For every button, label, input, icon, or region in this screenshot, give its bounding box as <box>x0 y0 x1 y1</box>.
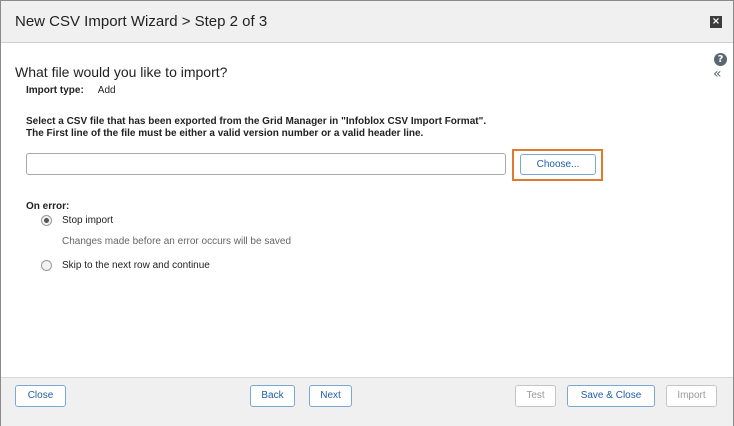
file-description: Select a CSV file that has been exported… <box>26 116 486 140</box>
double-chevron-left-icon[interactable]: « <box>713 67 722 81</box>
test-button[interactable]: Test <box>515 385 556 407</box>
import-type-value: Add <box>97 85 116 96</box>
close-button[interactable]: Close <box>15 385 66 407</box>
stop-import-label[interactable]: Stop import <box>62 215 113 226</box>
file-path-input[interactable] <box>26 153 506 175</box>
import-wizard-dialog: New CSV Import Wizard > Step 2 of 3 × ? … <box>0 0 734 426</box>
on-error-label: On error: <box>26 201 70 212</box>
page-heading: What file would you like to import? <box>15 64 228 80</box>
description-line-2: The First line of the file must be eithe… <box>26 128 424 139</box>
title-bar: New CSV Import Wizard > Step 2 of 3 × <box>1 1 733 43</box>
dialog-title: New CSV Import Wizard > Step 2 of 3 <box>15 13 268 30</box>
skip-row-radio[interactable] <box>41 260 52 271</box>
import-button[interactable]: Import <box>666 385 717 407</box>
import-type-label: Import type: <box>26 85 84 96</box>
next-button[interactable]: Next <box>309 385 352 407</box>
back-button[interactable]: Back <box>250 385 295 407</box>
stop-import-hint: Changes made before an error occurs will… <box>62 236 292 247</box>
choose-file-button[interactable]: Choose... <box>520 154 596 175</box>
skip-row-label[interactable]: Skip to the next row and continue <box>62 260 210 271</box>
stop-import-radio[interactable] <box>41 215 52 226</box>
import-type: Import type: Add <box>26 85 116 96</box>
close-icon[interactable]: × <box>710 16 722 28</box>
description-line-1: Select a CSV file that has been exported… <box>26 116 487 127</box>
save-close-button[interactable]: Save & Close <box>567 385 655 407</box>
help-icon[interactable]: ? <box>714 53 727 66</box>
